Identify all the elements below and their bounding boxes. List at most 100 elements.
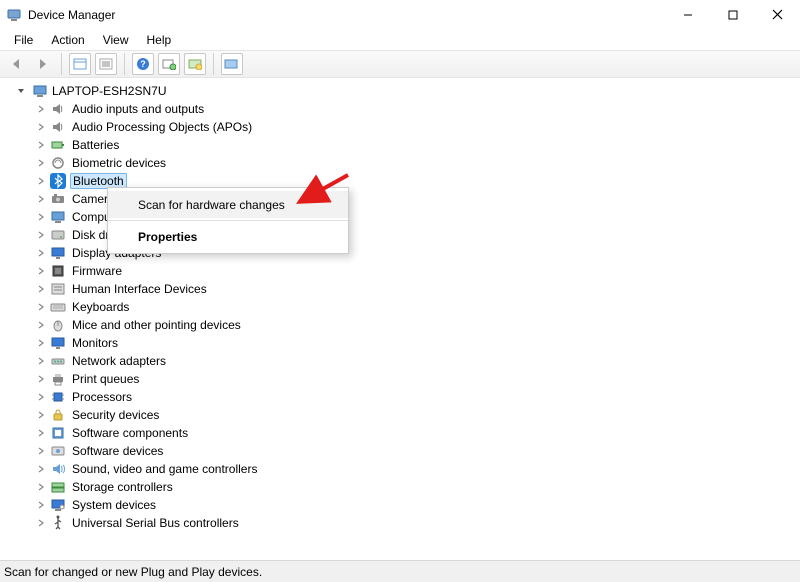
tree-node-monitor[interactable]: Monitors xyxy=(6,334,800,352)
chevron-right-icon xyxy=(36,393,46,401)
tree-node-softdev[interactable]: Software devices xyxy=(6,442,800,460)
computer-icon xyxy=(32,83,48,99)
chevron-right-icon xyxy=(36,447,46,455)
chevron-right-icon xyxy=(36,177,46,185)
properties-toolbar-button[interactable] xyxy=(95,53,117,75)
toolbar-separator xyxy=(124,53,125,75)
tree-node-sound[interactable]: Sound, video and game controllers xyxy=(6,460,800,478)
security-icon xyxy=(50,407,66,423)
node-label: Mice and other pointing devices xyxy=(70,318,243,332)
camera-icon xyxy=(50,191,66,207)
chevron-right-icon xyxy=(36,411,46,419)
processor-icon xyxy=(50,389,66,405)
tree-node-keyboard[interactable]: Keyboards xyxy=(6,298,800,316)
device-tree[interactable]: LAPTOP-ESH2SN7U Audio inputs and outputs… xyxy=(0,78,800,560)
tree-node-component[interactable]: Software components xyxy=(6,424,800,442)
softdev-icon xyxy=(50,443,66,459)
chevron-right-icon xyxy=(36,429,46,437)
help-toolbar-button[interactable]: ? xyxy=(132,53,154,75)
root-label: LAPTOP-ESH2SN7U xyxy=(52,84,167,98)
close-button[interactable] xyxy=(755,0,800,30)
tree-node-mouse[interactable]: Mice and other pointing devices xyxy=(6,316,800,334)
back-button[interactable] xyxy=(6,53,28,75)
menu-view[interactable]: View xyxy=(95,31,137,49)
ctx-scan-label: Scan for hardware changes xyxy=(138,198,285,212)
tree-node-network[interactable]: Network adapters xyxy=(6,352,800,370)
chevron-right-icon xyxy=(36,501,46,509)
chevron-right-icon xyxy=(36,321,46,329)
tree-node-storage[interactable]: Storage controllers xyxy=(6,478,800,496)
node-label: Security devices xyxy=(70,408,161,422)
node-label: Keyboards xyxy=(70,300,131,314)
menu-help[interactable]: Help xyxy=(139,31,180,49)
chevron-right-icon xyxy=(36,303,46,311)
disk-icon xyxy=(50,227,66,243)
tree-node-processor[interactable]: Processors xyxy=(6,388,800,406)
chevron-right-icon xyxy=(36,195,46,203)
tree-node-printer[interactable]: Print queues xyxy=(6,370,800,388)
maximize-button[interactable] xyxy=(710,0,755,30)
menu-action[interactable]: Action xyxy=(43,31,92,49)
chevron-right-icon xyxy=(36,231,46,239)
node-label: Processors xyxy=(70,390,134,404)
tree-node-system[interactable]: System devices xyxy=(6,496,800,514)
tree-node-hid[interactable]: Human Interface Devices xyxy=(6,280,800,298)
toolbar-separator xyxy=(213,53,214,75)
node-label: Sound, video and game controllers xyxy=(70,462,259,476)
tree-node-firmware[interactable]: Firmware xyxy=(6,262,800,280)
chevron-right-icon xyxy=(36,339,46,347)
chevron-right-icon xyxy=(36,483,46,491)
node-label: Audio Processing Objects (APOs) xyxy=(70,120,254,134)
node-label: Universal Serial Bus controllers xyxy=(70,516,241,530)
chevron-right-icon xyxy=(36,285,46,293)
node-label: Human Interface Devices xyxy=(70,282,209,296)
chevron-right-icon xyxy=(36,519,46,527)
node-label: Batteries xyxy=(70,138,121,152)
tree-node-security[interactable]: Security devices xyxy=(6,406,800,424)
device-manager-icon xyxy=(6,7,22,23)
window-title: Device Manager xyxy=(28,8,665,22)
chevron-right-icon xyxy=(36,357,46,365)
storage-icon xyxy=(50,479,66,495)
node-label: Audio inputs and outputs xyxy=(70,102,206,116)
hid-icon xyxy=(50,281,66,297)
ctx-properties[interactable]: Properties xyxy=(108,223,348,250)
node-label: Software components xyxy=(70,426,190,440)
node-label: Monitors xyxy=(70,336,120,350)
network-icon xyxy=(50,353,66,369)
battery-icon xyxy=(50,137,66,153)
tree-root-row[interactable]: LAPTOP-ESH2SN7U xyxy=(6,82,800,100)
minimize-button[interactable] xyxy=(665,0,710,30)
chevron-right-icon xyxy=(36,465,46,473)
ctx-properties-label: Properties xyxy=(138,230,197,244)
show-hide-console-button[interactable] xyxy=(69,53,91,75)
chevron-right-icon xyxy=(36,213,46,221)
window-controls xyxy=(665,0,800,30)
toolbar-separator xyxy=(61,53,62,75)
tree-node-audio[interactable]: Audio inputs and outputs xyxy=(6,100,800,118)
ctx-scan-hardware[interactable]: Scan for hardware changes xyxy=(108,191,348,218)
printer-icon xyxy=(50,371,66,387)
firmware-icon xyxy=(50,263,66,279)
status-text: Scan for changed or new Plug and Play de… xyxy=(4,565,262,579)
tree-node-battery[interactable]: Batteries xyxy=(6,136,800,154)
chevron-right-icon xyxy=(36,141,46,149)
node-label: Firmware xyxy=(70,264,124,278)
forward-button[interactable] xyxy=(32,53,54,75)
usb-icon xyxy=(50,515,66,531)
keyboard-icon xyxy=(50,299,66,315)
chevron-down-icon xyxy=(16,86,28,96)
node-label: System devices xyxy=(70,498,158,512)
node-label: Biometric devices xyxy=(70,156,168,170)
chevron-right-icon xyxy=(36,105,46,113)
tree-node-usb[interactable]: Universal Serial Bus controllers xyxy=(6,514,800,532)
svg-text:?: ? xyxy=(140,59,146,69)
node-label: Print queues xyxy=(70,372,141,386)
add-hardware-toolbar-button[interactable] xyxy=(184,53,206,75)
menu-file[interactable]: File xyxy=(6,31,41,49)
scan-hardware-toolbar-button[interactable] xyxy=(158,53,180,75)
sound-icon xyxy=(50,461,66,477)
tree-node-audio[interactable]: Audio Processing Objects (APOs) xyxy=(6,118,800,136)
tree-node-biometric[interactable]: Biometric devices xyxy=(6,154,800,172)
devices-by-type-button[interactable] xyxy=(221,53,243,75)
